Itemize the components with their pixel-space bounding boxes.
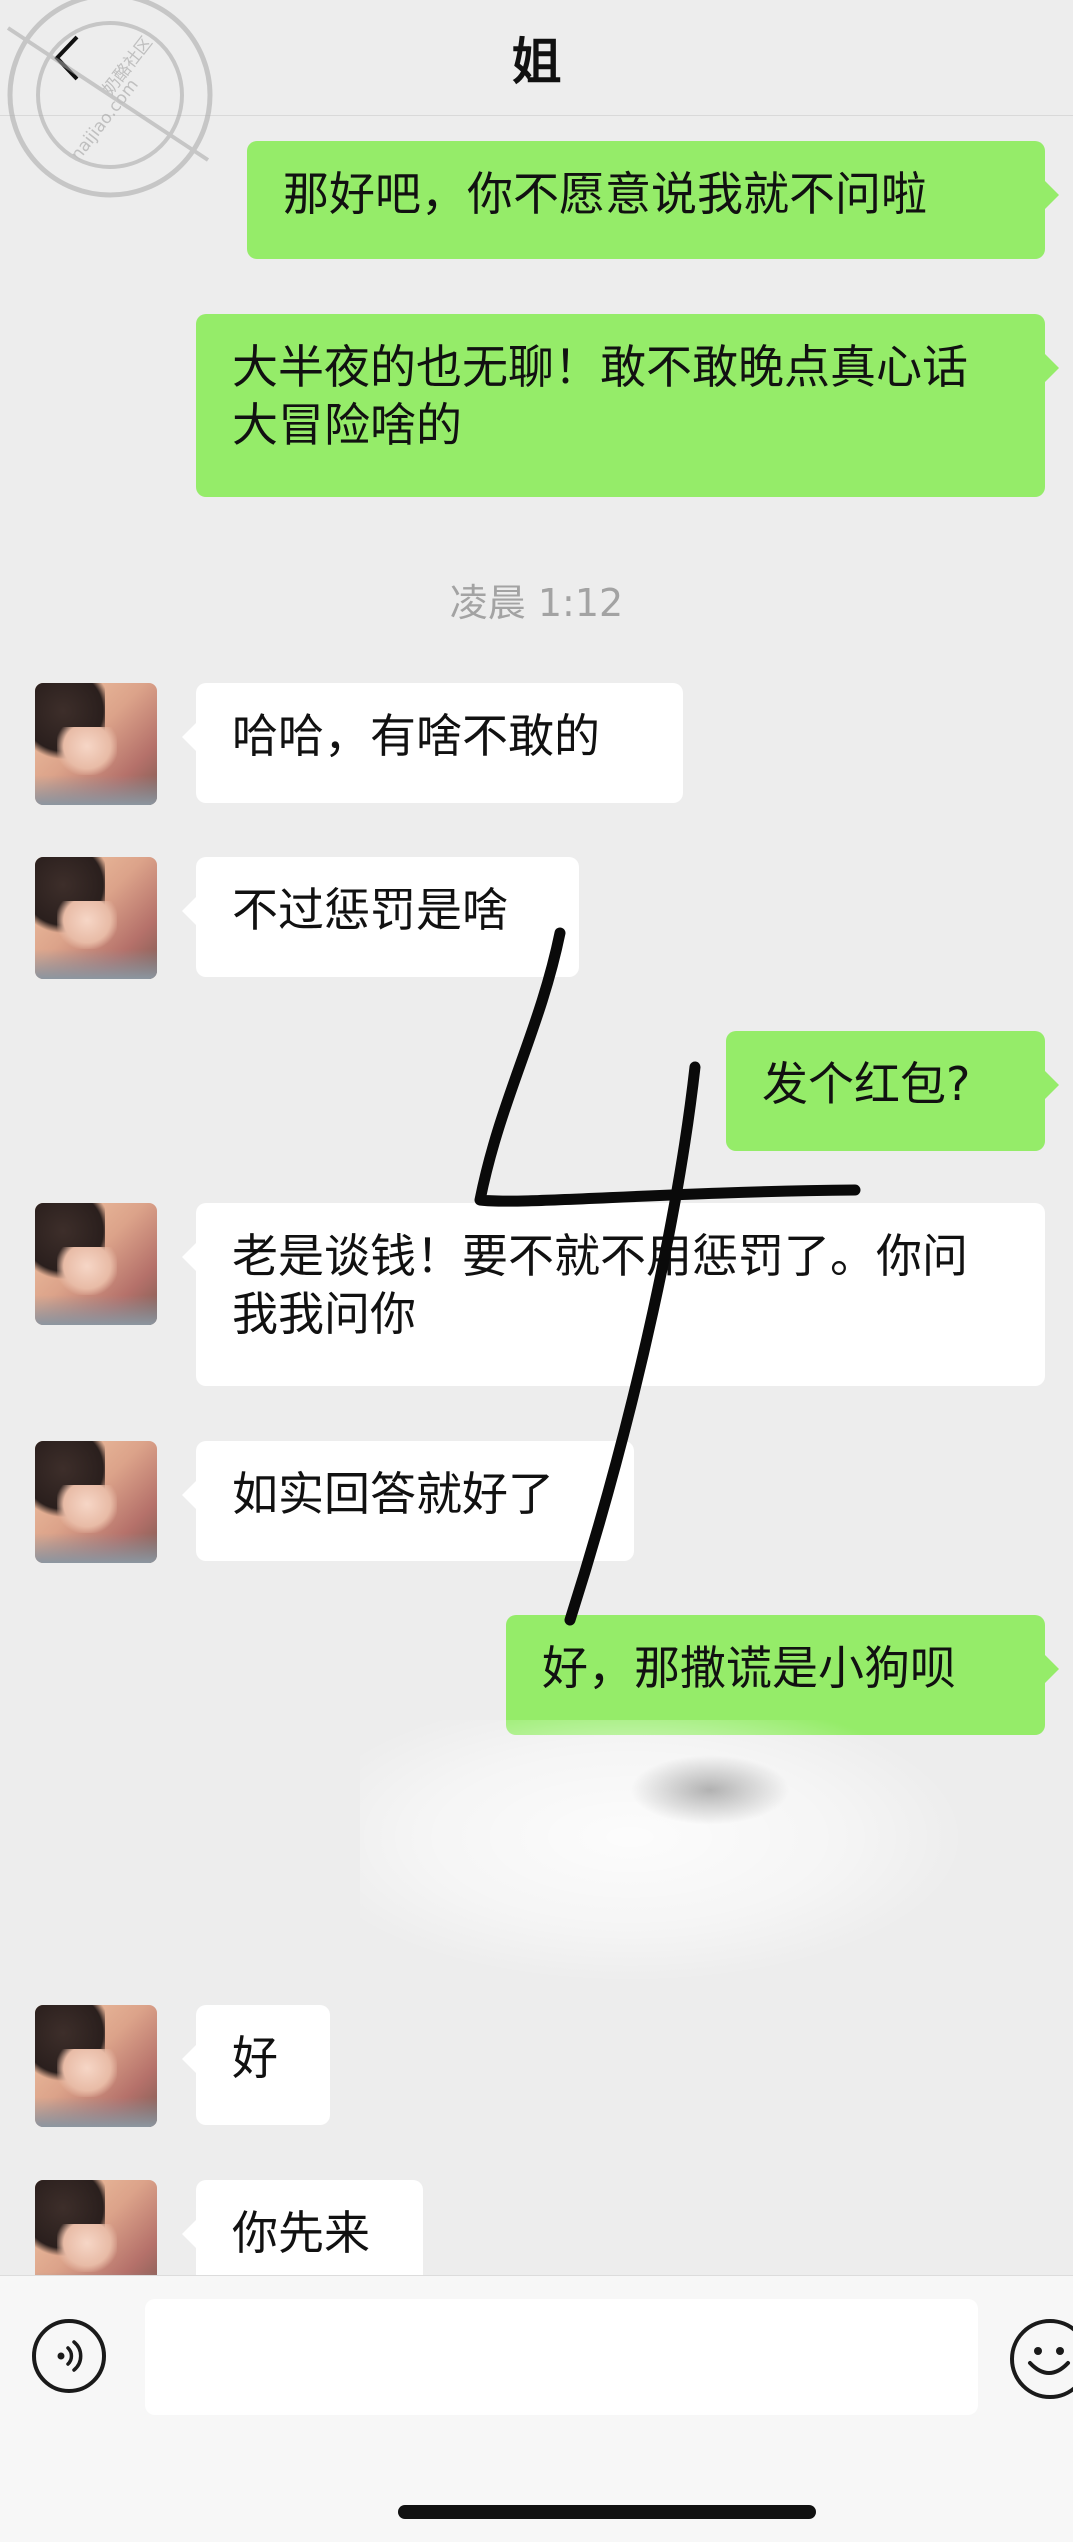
message-bubble-received[interactable]: 好 — [182, 2005, 330, 2125]
message-bubble-received[interactable]: 哈哈，有啥不敢的 — [182, 683, 683, 803]
message-text-input[interactable] — [145, 2299, 978, 2415]
message-bubble-received[interactable]: 老是谈钱！要不就不用惩罚了。你问我我问你 — [182, 1203, 1045, 1386]
message-bubble-sent[interactable]: 大半夜的也无聊！敢不敢晚点真心话大冒险啥的 — [196, 314, 1059, 497]
contact-avatar[interactable] — [35, 1203, 157, 1325]
message-bubble-sent[interactable]: 好，那撒谎是小狗呗 — [506, 1615, 1059, 1735]
message-bubble-sent[interactable]: 那好吧，你不愿意说我就不问啦 — [247, 141, 1059, 259]
message-bubble-sent[interactable]: 发个红包? — [726, 1031, 1059, 1151]
contact-avatar[interactable] — [35, 683, 157, 805]
message-bubble-received[interactable]: 如实回答就好了 — [182, 1441, 634, 1561]
emoji-button[interactable] — [1010, 2319, 1073, 2399]
contact-avatar[interactable] — [35, 1441, 157, 1563]
chat-title: 姐 — [511, 33, 562, 91]
message-timestamp: 凌晨 1:12 — [449, 581, 624, 625]
voice-button[interactable] — [32, 2319, 106, 2393]
chat-header: 姐 — [0, 0, 1073, 116]
contact-avatar[interactable] — [35, 857, 157, 979]
emoji-icon — [1028, 2347, 1070, 2375]
blurred-region-dark — [630, 1755, 790, 1825]
contact-avatar[interactable] — [35, 2005, 157, 2127]
message-input-bar — [0, 2275, 1073, 2542]
home-indicator[interactable] — [398, 2505, 816, 2519]
message-bubble-received[interactable]: 不过惩罚是啥 — [182, 857, 579, 977]
voice-icon — [57, 2340, 83, 2372]
